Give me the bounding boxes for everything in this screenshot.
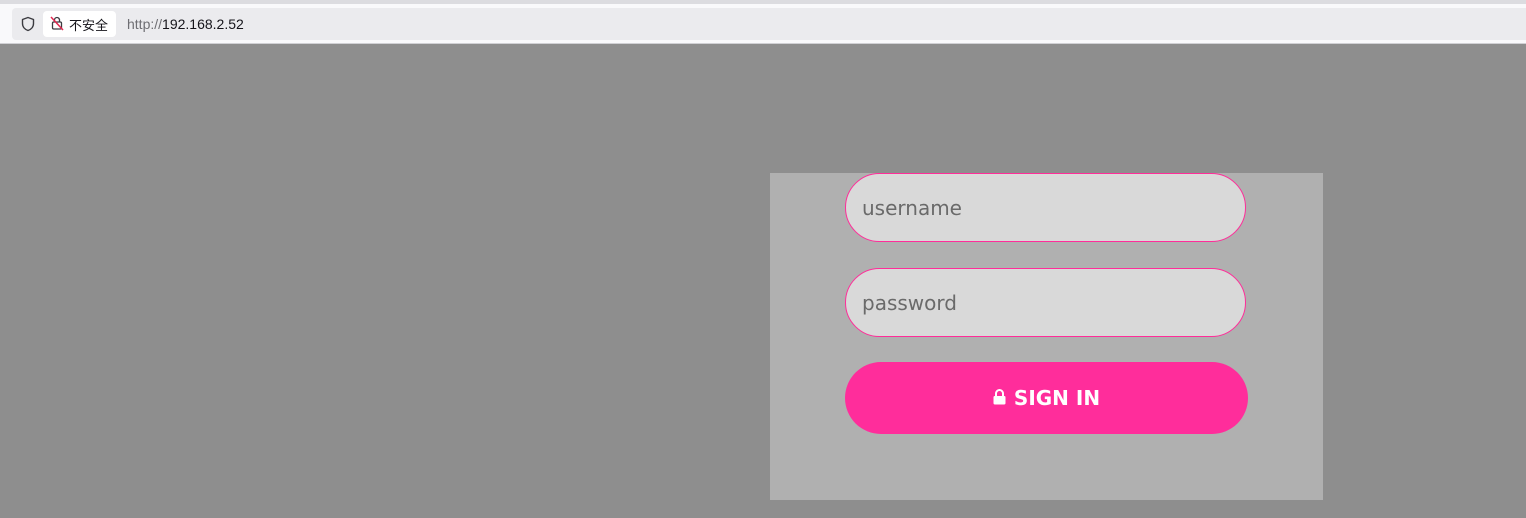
username-input[interactable] [845,173,1246,242]
page-content: SIGN IN [0,45,1526,518]
security-label: 不安全 [69,17,109,33]
password-input[interactable] [845,268,1246,337]
url-text[interactable]: http://192.168.2.52 [127,8,244,40]
url-protocol: http:// [127,16,163,32]
security-indicator[interactable]: 不安全 [43,11,117,37]
login-panel: SIGN IN [770,173,1323,500]
url-host: 192.168.2.52 [162,16,244,32]
sign-in-label: SIGN IN [1013,386,1101,410]
shield-icon[interactable] [20,16,36,32]
lock-icon [993,386,1006,410]
url-field[interactable]: 不安全 http://192.168.2.52 [12,8,1526,40]
browser-address-bar: 不安全 http://192.168.2.52 [0,4,1526,44]
insecure-lock-icon [49,15,65,34]
sign-in-button[interactable]: SIGN IN [845,362,1248,434]
